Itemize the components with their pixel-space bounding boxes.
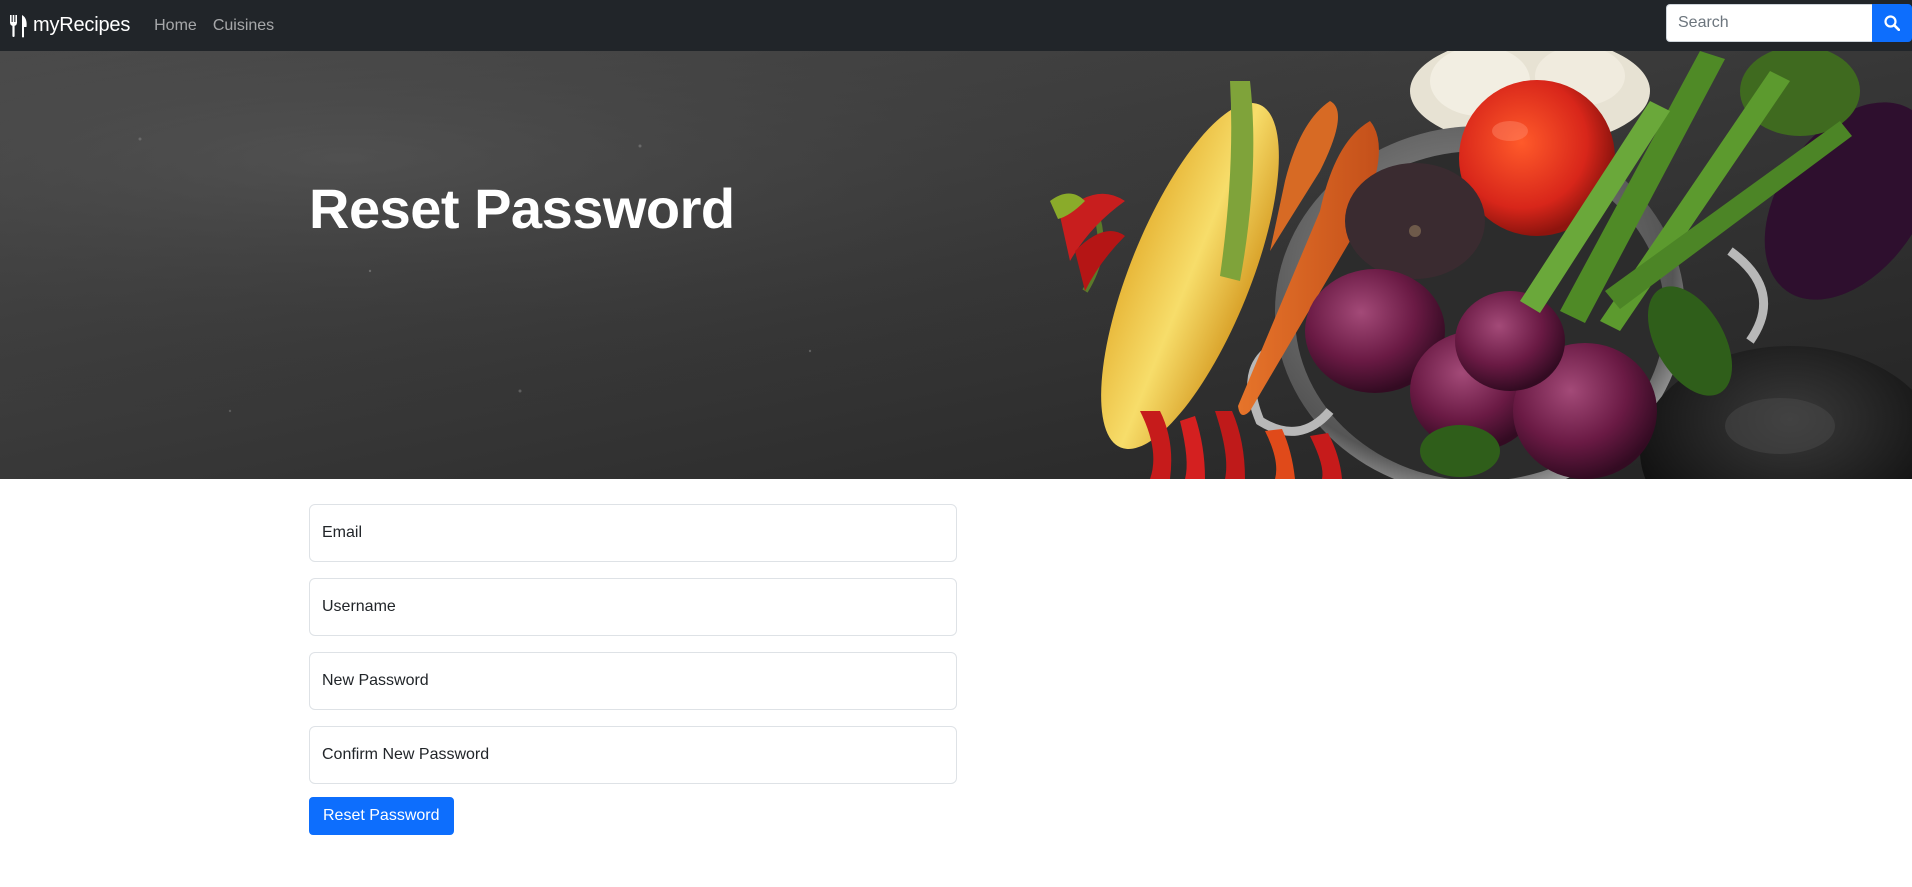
reset-password-form: Reset Password xyxy=(309,504,957,835)
search-input[interactable] xyxy=(1666,4,1872,42)
search-form xyxy=(1666,4,1912,42)
confirm-password-field[interactable] xyxy=(309,726,957,784)
nav-link-home[interactable]: Home xyxy=(154,17,197,35)
search-icon xyxy=(1884,15,1900,31)
search-button[interactable] xyxy=(1872,4,1912,42)
brand-link[interactable]: myRecipes xyxy=(9,14,130,38)
navbar: myRecipes Home Cuisines xyxy=(0,0,1912,51)
email-field[interactable] xyxy=(309,504,957,562)
new-password-field[interactable] xyxy=(309,652,957,710)
hero-banner: Reset Password xyxy=(0,51,1912,479)
page-title: Reset Password xyxy=(309,177,735,240)
utensils-icon xyxy=(10,14,27,37)
brand-label: myRecipes xyxy=(33,14,131,36)
username-field[interactable] xyxy=(309,578,957,636)
reset-password-button[interactable]: Reset Password xyxy=(309,797,454,835)
hero-background-image xyxy=(0,51,1912,479)
nav-link-cuisines[interactable]: Cuisines xyxy=(213,17,274,35)
